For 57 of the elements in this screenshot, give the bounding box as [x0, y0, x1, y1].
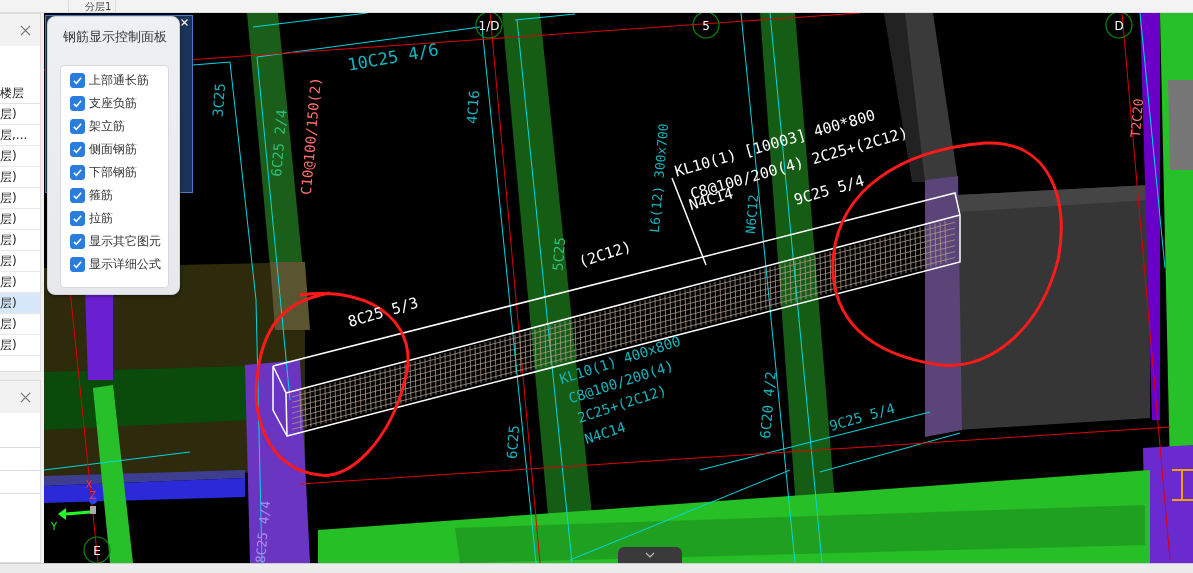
checkbox[interactable]: [70, 118, 85, 134]
rebar-label: 9C25 5/4: [827, 399, 897, 434]
floor-row[interactable]: 层): [0, 188, 40, 209]
floor-row[interactable]: 层): [0, 146, 40, 167]
axis-bubble: [83, 536, 111, 563]
floor-row[interactable]: 层): [0, 314, 40, 335]
caret-icon: [645, 552, 655, 558]
tab-label[interactable]: 分层1: [81, 0, 117, 13]
option-label[interactable]: 拉筋: [89, 209, 113, 227]
checkbox[interactable]: [70, 95, 85, 111]
collapse-tab[interactable]: [618, 547, 682, 563]
rebar-label: 8C25 4/4: [252, 500, 274, 563]
rebar-label: 8C25 5/3: [345, 293, 421, 331]
option-label[interactable]: 显示其它图元: [89, 232, 161, 250]
floor-row[interactable]: 层): [0, 230, 40, 251]
option-label[interactable]: 上部通长筋: [89, 71, 149, 89]
rebar-label: 6C20 4/2: [757, 370, 779, 440]
floor-row[interactable]: 层): [0, 209, 40, 230]
option-label[interactable]: 箍筋: [89, 186, 113, 204]
rebar-label: 4C16: [463, 89, 483, 125]
rebar-label: T2C20: [1127, 97, 1147, 139]
axis-label: D: [1114, 19, 1124, 33]
option-label[interactable]: 显示详细公式: [89, 255, 161, 273]
rebar-label: 6C25: [503, 424, 523, 460]
floor-row[interactable]: 层): [0, 251, 40, 272]
panel-title: 钢筋显示控制面板: [61, 28, 168, 46]
rebar-label: 3C25: [209, 82, 229, 118]
axis-label: E: [93, 544, 101, 558]
rebar-label: 10C25 4/6: [345, 39, 441, 75]
axis-bubble: [1105, 13, 1133, 39]
rebar-label: 6C25 2/4: [268, 108, 290, 178]
floor-row[interactable]: 层): [0, 335, 40, 356]
column-header: 楼层: [0, 83, 40, 104]
checkbox[interactable]: [70, 233, 85, 249]
rebar-label: C10@100/150(2): [297, 76, 324, 196]
axis-letter: Y: [50, 521, 58, 532]
floor-row[interactable]: 层,...: [0, 125, 40, 146]
checkbox[interactable]: [70, 210, 85, 226]
axis-letter: Z: [89, 490, 97, 501]
checkbox[interactable]: [70, 164, 85, 180]
axis-label: 1/D: [478, 19, 500, 33]
option-label[interactable]: 下部钢筋: [89, 163, 137, 181]
axis-bubble: [692, 13, 720, 39]
axis-letter: X: [85, 479, 93, 490]
checkbox[interactable]: [70, 72, 85, 88]
checkbox[interactable]: [70, 256, 85, 272]
floor-row[interactable]: 层): [0, 293, 40, 314]
axis-bubble: [475, 13, 503, 39]
checkbox[interactable]: [70, 141, 85, 157]
checkbox[interactable]: [70, 187, 85, 203]
option-label[interactable]: 支座负筋: [89, 94, 137, 112]
option-label[interactable]: 侧面钢筋: [89, 140, 137, 158]
rebar-label: L6(12) 300x700: [646, 122, 672, 234]
floor-row[interactable]: 层): [0, 104, 40, 125]
rebar-label: 5C25: [549, 236, 569, 272]
floor-row[interactable]: 层): [0, 167, 40, 188]
option-label[interactable]: 架立筋: [89, 117, 125, 135]
